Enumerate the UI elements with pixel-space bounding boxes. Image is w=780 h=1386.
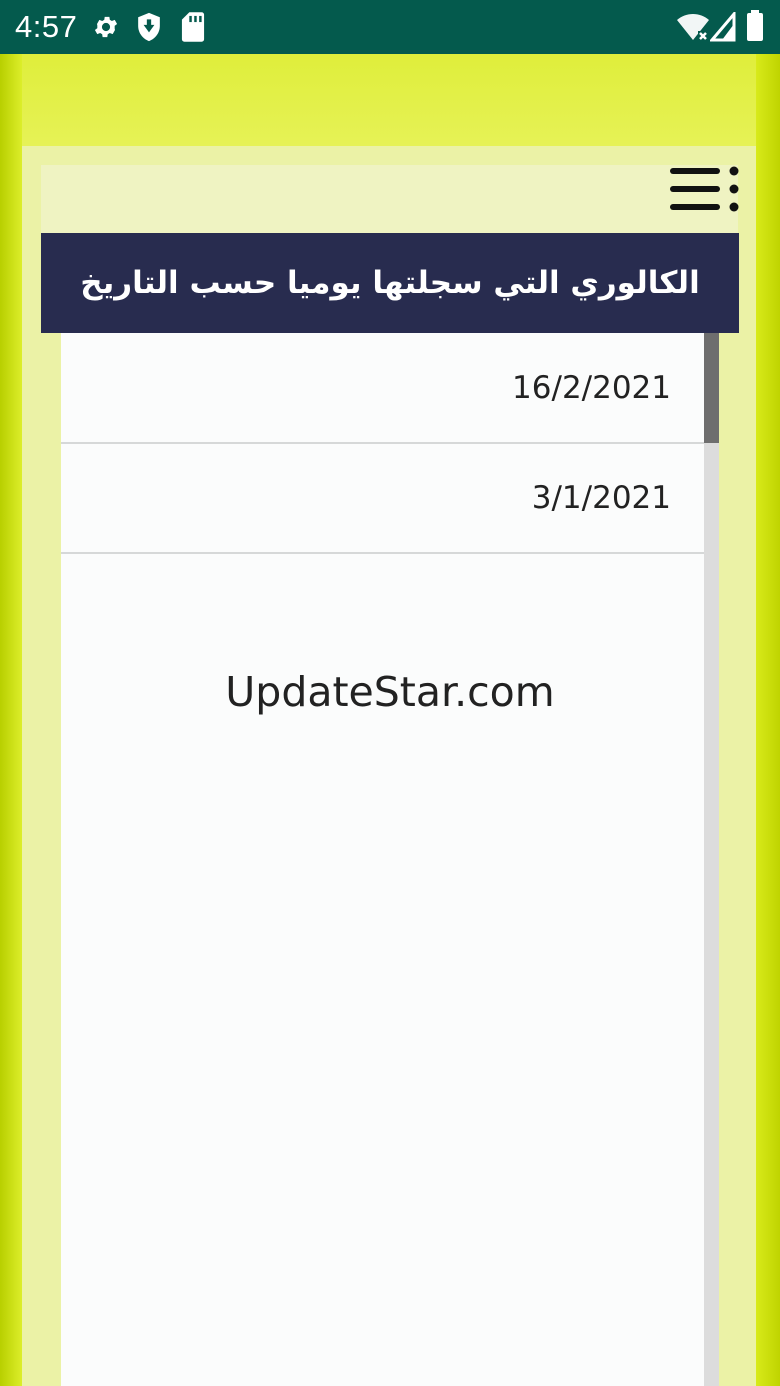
list-item-label: 16/2/2021 <box>512 369 671 406</box>
list-item[interactable]: 16/2/2021 <box>61 333 705 444</box>
background-right-edge <box>756 54 780 1386</box>
sd-card-icon <box>181 12 205 42</box>
page-header: الكالوري التي سجلتها يوميا حسب التاريخ <box>41 233 739 333</box>
watermark: UpdateStar.com <box>225 668 555 716</box>
date-list: 16/2/2021 3/1/2021 <box>61 333 719 1386</box>
wifi-icon <box>677 14 709 41</box>
list-item-label: 3/1/2021 <box>531 479 671 516</box>
battery-icon <box>747 10 763 41</box>
menu-button[interactable] <box>664 162 744 226</box>
gear-icon <box>94 16 118 38</box>
scrollbar-track[interactable] <box>704 333 719 1386</box>
status-time: 4:57 <box>15 9 78 44</box>
background-left-edge <box>0 54 22 1386</box>
shield-icon <box>138 12 160 42</box>
scrollbar-thumb[interactable] <box>704 333 719 443</box>
page-title: الكالوري التي سجلتها يوميا حسب التاريخ <box>80 265 700 301</box>
menu-dots-icon <box>670 166 739 212</box>
status-bar: 4:57 <box>0 0 780 54</box>
background-top <box>22 54 756 146</box>
signal-icon <box>710 12 736 42</box>
list-item[interactable]: 3/1/2021 <box>61 443 705 554</box>
toolbar <box>41 165 738 235</box>
